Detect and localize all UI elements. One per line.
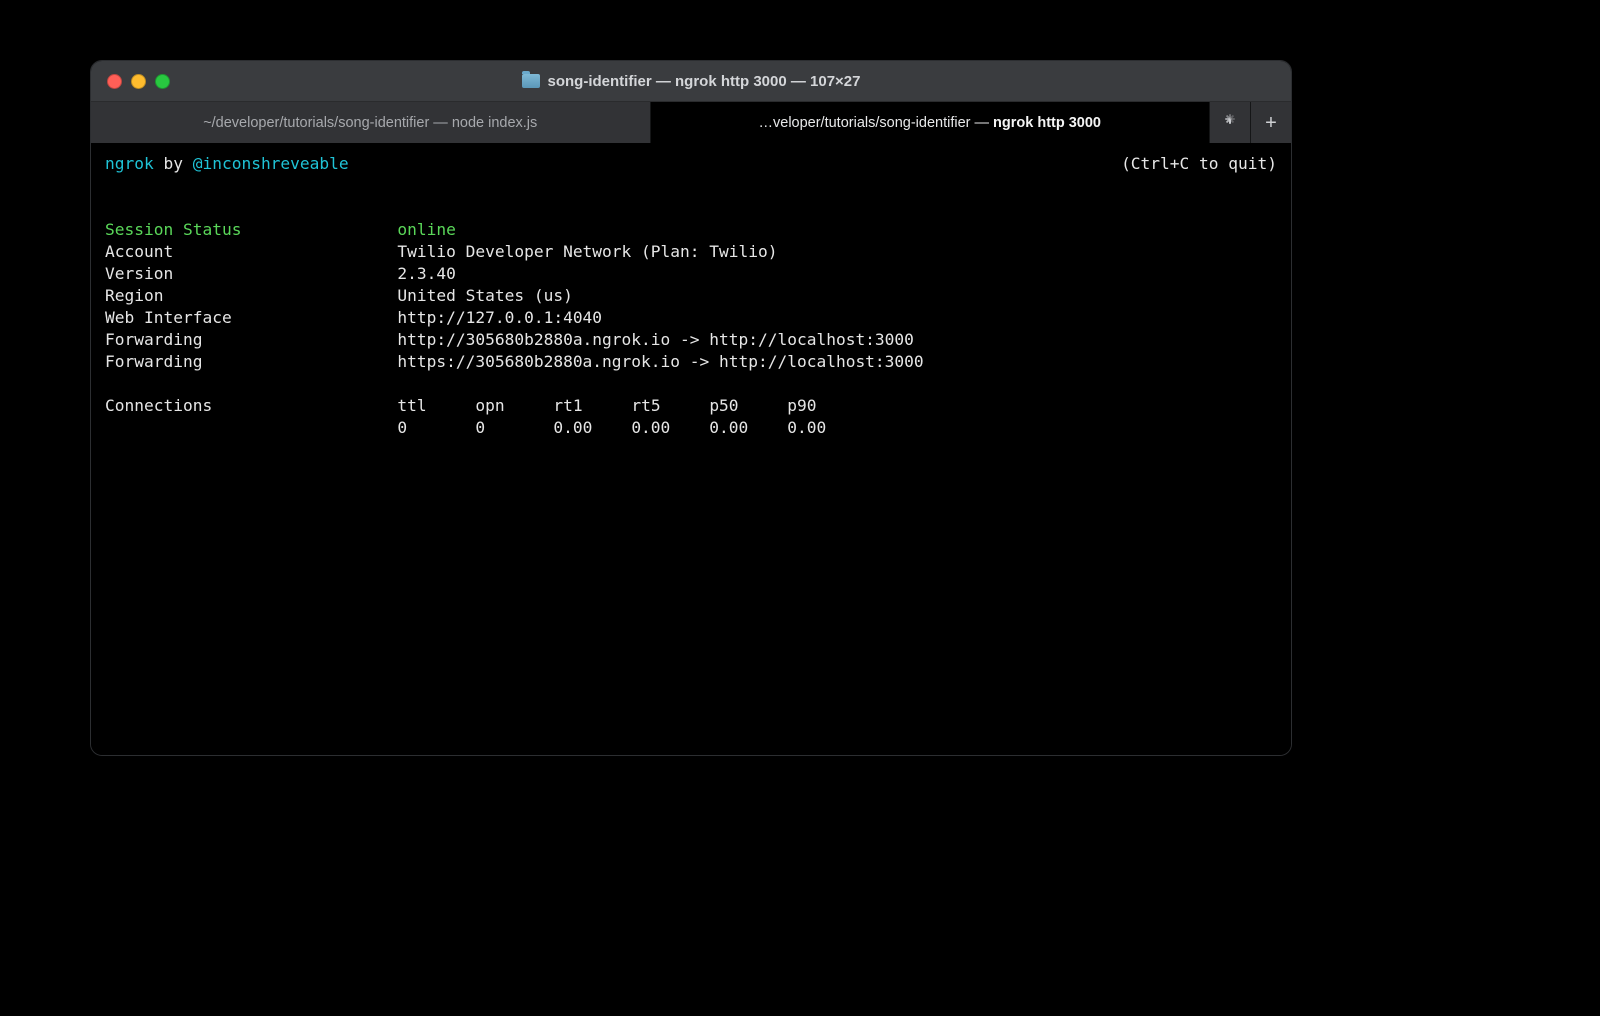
terminal-body[interactable]: ngrok by @inconshreveable (Ctrl+C to quit… bbox=[91, 143, 1291, 755]
spinner-icon bbox=[1221, 114, 1239, 132]
blank-line bbox=[105, 374, 115, 393]
zoom-button[interactable] bbox=[155, 74, 170, 89]
session-status-label: Session Status online bbox=[105, 220, 456, 239]
version-row: Version 2.3.40 bbox=[105, 264, 456, 283]
plus-icon: + bbox=[1265, 112, 1277, 135]
folder-icon bbox=[522, 74, 540, 88]
session-status-value: online bbox=[397, 220, 455, 239]
window-title-text: song-identifier — ngrok http 3000 — 107×… bbox=[548, 73, 861, 90]
tab-node-index[interactable]: ~/developer/tutorials/song-identifier — … bbox=[91, 102, 651, 144]
region-row: Region United States (us) bbox=[105, 286, 573, 305]
tab-activity-indicator bbox=[1210, 102, 1251, 144]
tab-label: ~/developer/tutorials/song-identifier — … bbox=[203, 115, 537, 131]
blank-line bbox=[105, 198, 115, 217]
tabbar: ~/developer/tutorials/song-identifier — … bbox=[91, 102, 1291, 145]
tab-label-prefix: …veloper/tutorials/song-identifier — bbox=[759, 115, 994, 131]
connections-values-row: 0 0 0.00 0.00 0.00 0.00 bbox=[105, 418, 826, 437]
close-button[interactable] bbox=[107, 74, 122, 89]
window-title: song-identifier — ngrok http 3000 — 107×… bbox=[91, 73, 1291, 90]
forwarding-https-row: Forwarding https://305680b2880a.ngrok.io… bbox=[105, 352, 924, 371]
connections-header-row: Connections ttl opn rt1 rt5 p50 p90 bbox=[105, 396, 817, 415]
author-handle: @inconshreveable bbox=[193, 154, 349, 173]
quit-hint: (Ctrl+C to quit) bbox=[1121, 153, 1277, 175]
tab-ngrok[interactable]: …veloper/tutorials/song-identifier — ngr… bbox=[651, 102, 1211, 144]
ngrok-brand: ngrok bbox=[105, 154, 154, 173]
by-text: by bbox=[154, 154, 193, 173]
account-row: Account Twilio Developer Network (Plan: … bbox=[105, 242, 777, 261]
terminal-window: song-identifier — ngrok http 3000 — 107×… bbox=[90, 60, 1292, 756]
tab-label-bright: ngrok http 3000 bbox=[993, 115, 1101, 131]
new-tab-button[interactable]: + bbox=[1251, 102, 1291, 144]
web-interface-row: Web Interface http://127.0.0.1:4040 bbox=[105, 308, 602, 327]
traffic-lights bbox=[91, 74, 170, 89]
titlebar[interactable]: song-identifier — ngrok http 3000 — 107×… bbox=[91, 61, 1291, 102]
minimize-button[interactable] bbox=[131, 74, 146, 89]
forwarding-http-row: Forwarding http://305680b2880a.ngrok.io … bbox=[105, 330, 914, 349]
